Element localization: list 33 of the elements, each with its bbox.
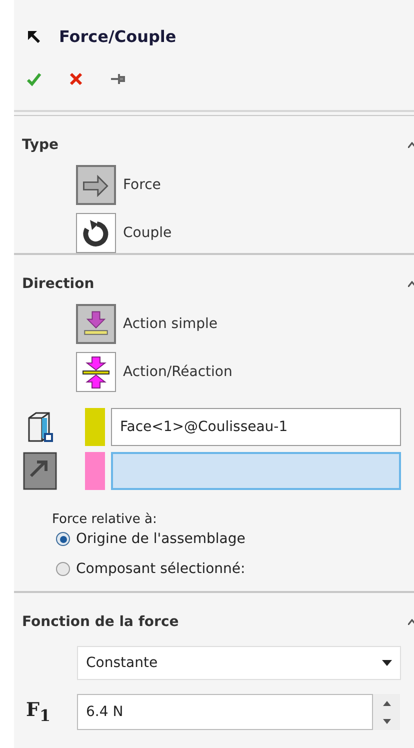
radio-group-label: Force relative à: xyxy=(51,512,158,527)
option-label: Couple xyxy=(123,225,172,241)
collapse-caret-icon[interactable] xyxy=(408,142,414,148)
radio-button[interactable] xyxy=(56,532,70,546)
radio-label: Composant sélectionné: xyxy=(76,561,246,577)
function-dropdown[interactable]: Constante xyxy=(77,646,401,680)
ok-check-icon xyxy=(26,71,42,87)
spinner-control[interactable] xyxy=(373,694,400,730)
panel-title: Force/Couple xyxy=(59,27,176,46)
option-label: Action simple xyxy=(123,316,218,332)
dropdown-arrow-icon xyxy=(382,660,392,666)
section-title: Type xyxy=(22,137,59,153)
down-arrow-icon xyxy=(382,718,390,724)
right-arrow-button[interactable] xyxy=(76,165,116,205)
up-arrow-icon xyxy=(382,700,390,706)
force-symbol: F$_{1}$ xyxy=(26,699,52,725)
section-title: Fonction de la force xyxy=(22,614,179,630)
radio-label: Origine de l'assemblage xyxy=(76,531,246,547)
radio-button[interactable] xyxy=(56,562,70,576)
cancel-icon xyxy=(68,71,84,87)
opposing-arrows-button[interactable] xyxy=(76,352,116,392)
pointer-arrow-icon xyxy=(26,28,42,44)
selection-field[interactable]: Face<1>@Coulisseau-1 xyxy=(111,408,401,446)
selection-field[interactable] xyxy=(111,452,401,490)
force-value-field[interactable]: 6.4 N xyxy=(77,694,373,730)
option-label: Force xyxy=(123,177,161,193)
option-label: Action/Réaction xyxy=(123,364,232,380)
pin-icon xyxy=(110,71,126,87)
section-title: Direction xyxy=(22,276,94,292)
down-arrow-plate-button[interactable] xyxy=(76,304,116,344)
collapse-caret-icon[interactable] xyxy=(408,619,414,625)
collapse-caret-icon[interactable] xyxy=(408,281,414,287)
rotate-arrow-button[interactable] xyxy=(76,213,116,253)
